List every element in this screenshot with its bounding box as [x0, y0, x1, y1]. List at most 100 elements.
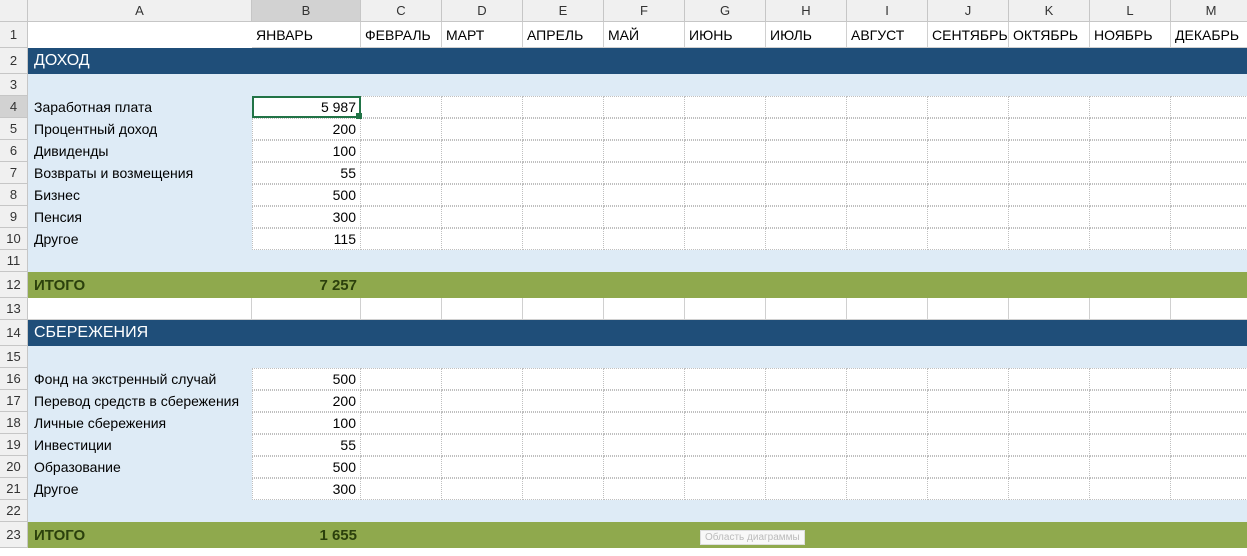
cell-J13[interactable]: [928, 298, 1009, 320]
savings-jan-1[interactable]: 200: [252, 390, 361, 412]
cell-F23[interactable]: [604, 522, 685, 548]
savings-label-5[interactable]: Другое: [28, 478, 252, 500]
savings-label-3[interactable]: Инвестиции: [28, 434, 252, 456]
cell-E9[interactable]: [523, 206, 604, 228]
cell-L9[interactable]: [1090, 206, 1171, 228]
cell-E23[interactable]: [523, 522, 604, 548]
section-header-savings[interactable]: СБЕРЕЖЕНИЯ: [28, 320, 1247, 346]
cell-L5[interactable]: [1090, 118, 1171, 140]
row-header-22[interactable]: 22: [0, 500, 28, 522]
cell-D6[interactable]: [442, 140, 523, 162]
cell-I18[interactable]: [847, 412, 928, 434]
row-header-3[interactable]: 3: [0, 74, 28, 96]
cell-I7[interactable]: [847, 162, 928, 184]
cell-G13[interactable]: [685, 298, 766, 320]
row-header-15[interactable]: 15: [0, 346, 28, 368]
cell-K5[interactable]: [1009, 118, 1090, 140]
income-label-4[interactable]: Бизнес: [28, 184, 252, 206]
cell-H8[interactable]: [766, 184, 847, 206]
cell-L7[interactable]: [1090, 162, 1171, 184]
cell-F16[interactable]: [604, 368, 685, 390]
cell-D23[interactable]: [442, 522, 523, 548]
income-label-3[interactable]: Возвраты и возмещения: [28, 162, 252, 184]
cell-K18[interactable]: [1009, 412, 1090, 434]
income-label-1[interactable]: Процентный доход: [28, 118, 252, 140]
cell-K9[interactable]: [1009, 206, 1090, 228]
cell-K19[interactable]: [1009, 434, 1090, 456]
cell-J6[interactable]: [928, 140, 1009, 162]
col-header-L[interactable]: L: [1090, 0, 1171, 22]
cell-J9[interactable]: [928, 206, 1009, 228]
row-header-8[interactable]: 8: [0, 184, 28, 206]
cell-F13[interactable]: [604, 298, 685, 320]
income-total-label[interactable]: ИТОГО: [28, 272, 252, 298]
cell-D10[interactable]: [442, 228, 523, 250]
cell-G5[interactable]: [685, 118, 766, 140]
row-header-6[interactable]: 6: [0, 140, 28, 162]
cell-F18[interactable]: [604, 412, 685, 434]
savings-label-4[interactable]: Образование: [28, 456, 252, 478]
cell-C20[interactable]: [361, 456, 442, 478]
row-header-9[interactable]: 9: [0, 206, 28, 228]
col-header-B[interactable]: B: [252, 0, 361, 22]
cell-C12[interactable]: [361, 272, 442, 298]
cell-F17[interactable]: [604, 390, 685, 412]
cell-D17[interactable]: [442, 390, 523, 412]
cell-K17[interactable]: [1009, 390, 1090, 412]
cell-I16[interactable]: [847, 368, 928, 390]
income-jan-2[interactable]: 100: [252, 140, 361, 162]
cell-M4[interactable]: [1171, 96, 1247, 118]
cell-E5[interactable]: [523, 118, 604, 140]
cell-F4[interactable]: [604, 96, 685, 118]
cell-G4[interactable]: [685, 96, 766, 118]
cell-K16[interactable]: [1009, 368, 1090, 390]
cell-M13[interactable]: [1171, 298, 1247, 320]
row-header-10[interactable]: 10: [0, 228, 28, 250]
cell-C8[interactable]: [361, 184, 442, 206]
savings-total-value[interactable]: 1 655: [252, 522, 361, 548]
cell-E21[interactable]: [523, 478, 604, 500]
cell-L18[interactable]: [1090, 412, 1171, 434]
month-10[interactable]: ОКТЯБРЬ: [1009, 22, 1090, 48]
cell-I8[interactable]: [847, 184, 928, 206]
section-header-income[interactable]: ДОХОД: [28, 48, 1247, 74]
cell-G18[interactable]: [685, 412, 766, 434]
cell-I9[interactable]: [847, 206, 928, 228]
cell-J4[interactable]: [928, 96, 1009, 118]
month-2[interactable]: ФЕВРАЛЬ: [361, 22, 442, 48]
row-header-5[interactable]: 5: [0, 118, 28, 140]
cell-K10[interactable]: [1009, 228, 1090, 250]
cell-K6[interactable]: [1009, 140, 1090, 162]
cell-J10[interactable]: [928, 228, 1009, 250]
month-1[interactable]: ЯНВАРЬ: [252, 22, 361, 48]
cell-E12[interactable]: [523, 272, 604, 298]
cell-M5[interactable]: [1171, 118, 1247, 140]
cell-F19[interactable]: [604, 434, 685, 456]
col-header-K[interactable]: K: [1009, 0, 1090, 22]
cell-C17[interactable]: [361, 390, 442, 412]
pale-row-11[interactable]: [28, 250, 1247, 272]
cell-F12[interactable]: [604, 272, 685, 298]
cell-H4[interactable]: [766, 96, 847, 118]
cell-D20[interactable]: [442, 456, 523, 478]
row-header-21[interactable]: 21: [0, 478, 28, 500]
cell-M23[interactable]: [1171, 522, 1247, 548]
cell-D9[interactable]: [442, 206, 523, 228]
cell-L6[interactable]: [1090, 140, 1171, 162]
savings-jan-2[interactable]: 100: [252, 412, 361, 434]
cell-M16[interactable]: [1171, 368, 1247, 390]
cell-D18[interactable]: [442, 412, 523, 434]
cell-I20[interactable]: [847, 456, 928, 478]
cell-E6[interactable]: [523, 140, 604, 162]
cell-M8[interactable]: [1171, 184, 1247, 206]
cell-E4[interactable]: [523, 96, 604, 118]
cell-F10[interactable]: [604, 228, 685, 250]
row-header-7[interactable]: 7: [0, 162, 28, 184]
col-header-A[interactable]: A: [28, 0, 252, 22]
col-header-C[interactable]: C: [361, 0, 442, 22]
cell-J12[interactable]: [928, 272, 1009, 298]
cell-B13[interactable]: [252, 298, 361, 320]
month-8[interactable]: АВГУСТ: [847, 22, 928, 48]
row-header-17[interactable]: 17: [0, 390, 28, 412]
col-header-F[interactable]: F: [604, 0, 685, 22]
